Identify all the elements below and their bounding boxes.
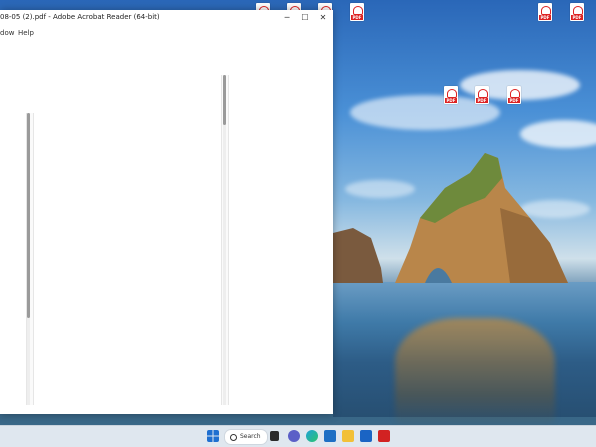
desktop-icon-pdf[interactable] xyxy=(497,86,531,106)
search-label: Search xyxy=(240,433,261,440)
acrobat-taskbar-icon[interactable] xyxy=(378,430,390,442)
mail-icon[interactable] xyxy=(360,430,372,442)
menu-bar: dow Help xyxy=(0,27,333,43)
main-scrollbar[interactable] xyxy=(223,75,226,405)
pdf-file-icon xyxy=(507,86,521,104)
task-view-icon[interactable] xyxy=(270,431,279,441)
scrollbar-thumb[interactable] xyxy=(27,113,30,318)
pdf-file-icon xyxy=(444,86,458,104)
rock-reflection xyxy=(395,318,555,428)
windows-start-icon[interactable] xyxy=(207,430,219,442)
window-title: 08-05 (2).pdf - Adobe Acrobat Reader (64… xyxy=(0,13,160,21)
desktop-icon-pdf[interactable] xyxy=(528,3,562,23)
rock-small xyxy=(333,228,383,283)
pdf-file-icon xyxy=(570,3,584,21)
file-explorer-icon[interactable] xyxy=(342,430,354,442)
desktop-icon-pdf[interactable] xyxy=(560,3,594,23)
pdf-file-icon xyxy=(475,86,489,104)
edge-icon[interactable] xyxy=(306,430,318,442)
desktop-icon-pdf[interactable] xyxy=(340,3,374,23)
taskbar-search[interactable]: Search xyxy=(224,429,268,445)
maximize-button[interactable]: ☐ xyxy=(296,11,314,25)
search-icon xyxy=(230,434,237,441)
minimize-button[interactable]: ─ xyxy=(278,11,296,25)
left-pane-scrollbar[interactable] xyxy=(27,113,30,405)
desktop-icon-pdf[interactable] xyxy=(434,86,468,106)
document-area[interactable] xyxy=(0,43,333,414)
menu-window[interactable]: dow xyxy=(0,29,14,37)
menu-help[interactable]: Help xyxy=(18,29,34,37)
close-button[interactable]: ✕ xyxy=(314,11,332,25)
title-bar[interactable]: 08-05 (2).pdf - Adobe Acrobat Reader (64… xyxy=(0,10,333,27)
scrollbar-thumb[interactable] xyxy=(223,75,226,125)
desktop-icon-pdf[interactable] xyxy=(465,86,499,106)
pdf-file-icon xyxy=(538,3,552,21)
pdf-file-icon xyxy=(350,3,364,21)
acrobat-window: 08-05 (2).pdf - Adobe Acrobat Reader (64… xyxy=(0,10,333,414)
taskbar: Search xyxy=(0,425,596,447)
chat-icon[interactable] xyxy=(288,430,300,442)
rock-arch xyxy=(395,153,568,283)
store-icon[interactable] xyxy=(324,430,336,442)
